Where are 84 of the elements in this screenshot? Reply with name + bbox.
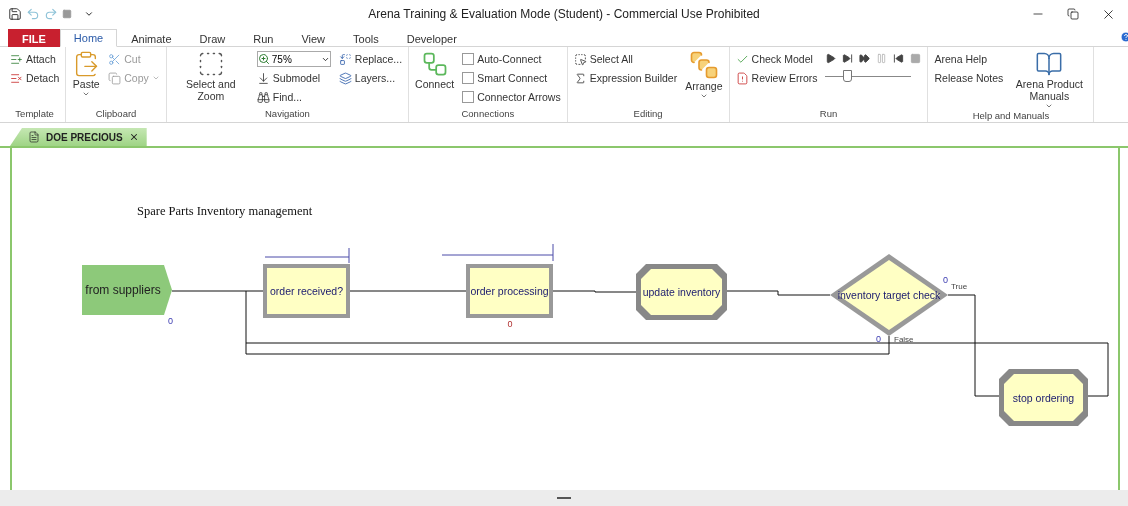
group-label: Navigation [264, 108, 311, 121]
play-icon[interactable] [825, 53, 837, 64]
group-label: Connections [460, 108, 516, 121]
arrange-icon [688, 50, 719, 80]
module-label: from suppliers [85, 283, 161, 297]
select-all-icon [573, 52, 587, 66]
counter: 0 [876, 334, 881, 344]
diagram-title: Spare Parts Inventory management [137, 204, 313, 218]
ribbon-button[interactable]: Select All [573, 50, 678, 68]
manual-icon [1035, 50, 1064, 78]
group-label: Editing [632, 108, 664, 121]
detach-icon [10, 71, 23, 85]
zoom-icon [257, 53, 270, 65]
fast-forward-icon[interactable] [859, 53, 871, 64]
errors-icon [735, 71, 749, 85]
checkbox-square[interactable] [462, 91, 475, 103]
checkbox-square[interactable] [462, 72, 475, 84]
copy-icon [108, 71, 122, 85]
ribbon-tab[interactable]: Tools [339, 29, 393, 47]
ribbon-button[interactable]: Layers... [338, 69, 403, 87]
document-icon [28, 131, 40, 143]
checkbox[interactable]: Auto-Connect [462, 50, 561, 68]
ribbon-button[interactable]: Connect [415, 50, 455, 90]
counter: 0 [168, 316, 173, 326]
scissors-icon [108, 52, 122, 66]
ribbon-button[interactable]: Paste [72, 50, 101, 98]
counter: 0 [943, 275, 948, 285]
ribbon-button[interactable]: Expression Builder [573, 69, 678, 87]
step-icon[interactable] [842, 53, 854, 64]
ribbon-tab[interactable]: Draw [185, 29, 240, 47]
window-title: Arena Training & Evaluation Mode (Student) - Commercial Use Prohibited [368, 7, 760, 21]
binoculars-icon [256, 90, 270, 104]
counter: 0 [507, 319, 513, 329]
close-icon[interactable] [128, 132, 139, 142]
assign-module[interactable] [999, 369, 1088, 426]
ribbon-tab[interactable]: View [287, 29, 340, 47]
module-label: order processing [470, 285, 549, 297]
ribbon-button[interactable]: Check Model [735, 50, 818, 68]
branch-label: False [894, 335, 914, 344]
ribbon-tab[interactable]: Developer [392, 29, 471, 47]
group-label: Clipboard [94, 108, 138, 121]
decide-module[interactable] [830, 254, 948, 336]
splitter-handle[interactable] [557, 497, 571, 499]
ribbon-button[interactable]: Find... [256, 88, 331, 106]
zoom-combo[interactable]: 75% [256, 51, 331, 67]
module-label: inventory target check [837, 289, 941, 301]
start-over-icon[interactable] [893, 53, 905, 64]
ribbon-button[interactable]: Release Notes [934, 69, 1004, 87]
document-tab[interactable]: DOE PRECIOUS [10, 128, 147, 146]
ribbon-tab[interactable]: Home [59, 29, 118, 47]
checkbox[interactable]: Connector Arrows [462, 88, 561, 106]
group-label: Template [14, 108, 55, 121]
checkbox[interactable]: Smart Connect [462, 69, 561, 87]
module-label: order received? [270, 285, 343, 297]
create-module[interactable] [82, 265, 172, 315]
ribbon-button[interactable]: Select and Zoom [172, 50, 249, 102]
ribbon-tab[interactable]: Run [239, 29, 288, 47]
ribbon-button[interactable]: Arena Product Manuals [1011, 50, 1088, 110]
save-icon[interactable] [8, 7, 22, 21]
assign-module[interactable] [636, 264, 727, 320]
branch-label: True [951, 282, 968, 291]
ribbon-button[interactable]: Detach [10, 69, 60, 87]
group-label: Run [818, 108, 839, 121]
process-module[interactable] [466, 264, 553, 318]
module-label: stop ordering [1012, 391, 1075, 404]
stop-icon[interactable] [62, 9, 72, 19]
group-label: Help and Manuals [971, 110, 1051, 122]
ribbon-button[interactable]: Submodel [256, 69, 331, 87]
ribbon-button[interactable]: Replace... [338, 50, 403, 68]
checkbox-square[interactable] [462, 53, 475, 65]
process-module[interactable] [263, 264, 350, 318]
restore-icon[interactable] [1067, 8, 1079, 20]
replace-icon [338, 52, 352, 66]
slider-thumb[interactable] [843, 70, 853, 82]
file-tab[interactable]: FILE [8, 29, 60, 47]
ribbon-button[interactable]: Review Errors [735, 69, 818, 87]
ribbon-button[interactable]: Attach [10, 50, 60, 68]
customize-icon[interactable] [84, 9, 94, 19]
attach-icon [10, 52, 23, 66]
ribbon-button[interactable]: Arena Help [934, 50, 1004, 68]
module-label: update inventory [642, 286, 721, 298]
layers-icon [338, 71, 352, 85]
ribbon-button[interactable]: Arrange [685, 50, 723, 100]
ribbon-tab[interactable]: Animate [117, 29, 186, 47]
